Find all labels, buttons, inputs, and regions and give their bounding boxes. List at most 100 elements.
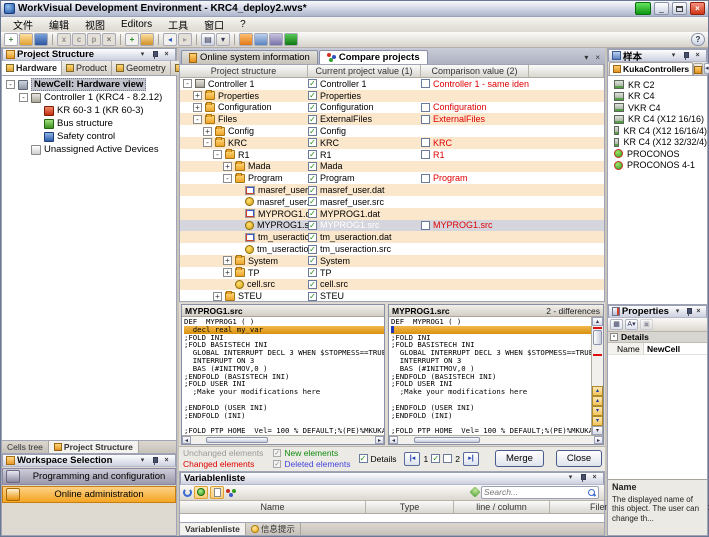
checkbox-unchecked[interactable] [421,150,430,159]
scroll-right-icon[interactable]: ▸ [594,436,603,444]
pin-icon[interactable] [578,473,587,483]
catalog-management-icon[interactable]: ▤ [201,33,215,46]
menu-window[interactable]: 窗口 [196,17,232,32]
save-icon[interactable] [34,33,48,46]
compare-row[interactable]: -R1 ✓R1 R1 [180,149,604,161]
h-scrollbar-right[interactable]: ◂ ▸ [389,435,603,444]
checkbox-checked[interactable]: ✓ [308,233,317,242]
tab-product[interactable]: Product [62,61,112,75]
expander-icon[interactable]: - [203,138,212,147]
monitor-icon[interactable] [254,33,268,46]
checkbox-unchecked[interactable] [421,174,430,183]
compare-row[interactable]: +Mada ✓Mada [180,161,604,173]
expander-icon[interactable]: + [223,162,232,171]
connect-icon[interactable] [239,33,253,46]
expander-icon[interactable]: + [213,292,222,301]
property-row[interactable]: NameNewCell [608,343,707,355]
catalog-item[interactable]: KR C4 (X12 32/32/4) [614,137,707,149]
dropdown-icon[interactable]: ▾ [216,33,230,46]
merge-button[interactable]: Merge [495,450,544,467]
help-icon[interactable]: ? [691,33,705,46]
scroll-tabs-left-icon[interactable]: ◂ [704,63,709,74]
scroll-thumb[interactable] [414,437,481,443]
column-header[interactable]: Comparison value (2) [421,65,529,77]
menu-view[interactable]: 视图 [77,17,113,32]
compare-row[interactable]: masref_user.src ✓masref_user.src [180,196,604,208]
diff-scrollbar[interactable]: ▴ ▴ ▴ ▾ ▾ ▾ [591,317,603,435]
expander-icon[interactable]: - [193,115,202,124]
column-header[interactable]: Type [366,501,454,513]
restore-button[interactable] [672,2,687,15]
scroll-down-icon[interactable]: ▾ [592,426,603,435]
tree-item[interactable]: Safety control [2,130,176,143]
expander-icon[interactable]: + [223,256,232,265]
scroll-up-icon[interactable]: ▴ [592,317,603,326]
pin-icon[interactable] [150,50,159,60]
compare-row[interactable]: tm_useraction.dat ✓tm_useraction.dat [180,231,604,243]
compare-row[interactable]: tm_useraction.src ✓tm_useraction.src [180,243,604,255]
checkbox-checked[interactable]: ✓ [308,91,317,100]
tab-online-system-information[interactable]: Online system information [181,50,318,64]
tab-compare-projects[interactable]: Compare projects [319,50,428,64]
checkbox-checked[interactable]: ✓ [308,150,317,159]
alphabetical-button[interactable]: A▾ [625,319,638,330]
column-header[interactable]: Name [180,501,366,513]
expander-icon[interactable]: - [183,79,192,88]
configure-icon[interactable] [269,33,283,46]
compare-row[interactable]: -Program ✓Program Program [180,172,604,184]
bottom-tab-cells-tree[interactable]: Cells tree [2,441,49,453]
checkbox-checked[interactable]: ✓ [308,186,317,195]
panel-menu-icon[interactable]: ▾ [565,473,576,483]
tab-kukacontrollers[interactable]: KukaControllers [609,62,693,75]
column-header[interactable]: Project structure [180,65,308,77]
panel-menu-icon[interactable]: ▾ [668,51,679,61]
scroll-left-icon[interactable]: ◂ [389,436,398,444]
checkbox-checked[interactable]: ✓ [359,454,368,463]
copy-icon[interactable]: c [72,33,86,46]
scroll-right-icon[interactable]: ▸ [375,436,384,444]
workspace-online-administration[interactable]: Online administration [2,486,176,503]
code-editor-right[interactable]: DEF MYPROG1 ( ) ;FOLD INI;FOLD BASISTECH… [389,317,591,435]
checkbox-checked[interactable]: ✓ [308,103,317,112]
undo-icon[interactable]: ◂ [163,33,177,46]
compare-row[interactable]: +TP ✓TP [180,267,604,279]
diff-marker[interactable] [593,327,602,329]
tree-item[interactable]: -NewCell: Hardware view [2,78,176,91]
panel-menu-icon[interactable]: ▾ [137,456,148,466]
catalog-item[interactable]: VKR C4 [614,102,707,114]
bottom-tab-0[interactable]: Variablenliste [180,523,246,535]
bottom-tab-project-structure[interactable]: Project Structure [49,441,139,453]
close-icon[interactable]: × [161,456,172,466]
menu-tools[interactable]: 工具 [160,17,196,32]
robot-status-icon[interactable] [635,2,651,15]
pin-icon[interactable] [684,307,692,317]
first-difference-button[interactable]: |◂ [404,452,420,466]
catalog-item[interactable]: KR C4 [614,91,707,103]
categorized-button[interactable]: ▦ [610,319,623,330]
tab-hardware[interactable]: Hardware [2,61,62,75]
minimize-button[interactable]: _ [654,2,669,15]
expander-icon[interactable]: - [19,93,28,102]
search-icon[interactable] [587,488,596,497]
checkbox-checked[interactable]: ✓ [308,197,317,206]
expander-icon[interactable]: - [223,174,232,183]
tree-item[interactable]: -Controller 1 (KRC4 - 8.2.12) [2,91,176,104]
last-diff-button[interactable]: ▾ [592,416,603,426]
compare-row[interactable]: +System ✓System [180,255,604,267]
catalog-item[interactable]: KR C4 (X12 16/16/4) [614,125,707,137]
compare-row[interactable]: -KRC ✓KRC KRC [180,137,604,149]
catalog-item[interactable]: PROCONOS [614,148,707,160]
menu-edit[interactable]: 编辑 [41,17,77,32]
column-header[interactable]: Current project value (1) [308,65,421,77]
pin-icon[interactable] [150,456,159,466]
expander-icon[interactable]: + [193,103,202,112]
filter-icon[interactable] [469,487,480,498]
close-icon[interactable]: × [694,307,703,317]
show-current-file-button[interactable] [210,486,224,499]
checkbox-checked[interactable]: ✓ [308,174,317,183]
menu-help[interactable]: ? [232,19,254,30]
checkbox-checked[interactable]: ✓ [308,221,317,230]
checkbox-checked[interactable]: ✓ [308,245,317,254]
close-document-icon[interactable]: × [592,53,603,62]
tree-item[interactable]: Unassigned Active Devices [2,143,176,156]
